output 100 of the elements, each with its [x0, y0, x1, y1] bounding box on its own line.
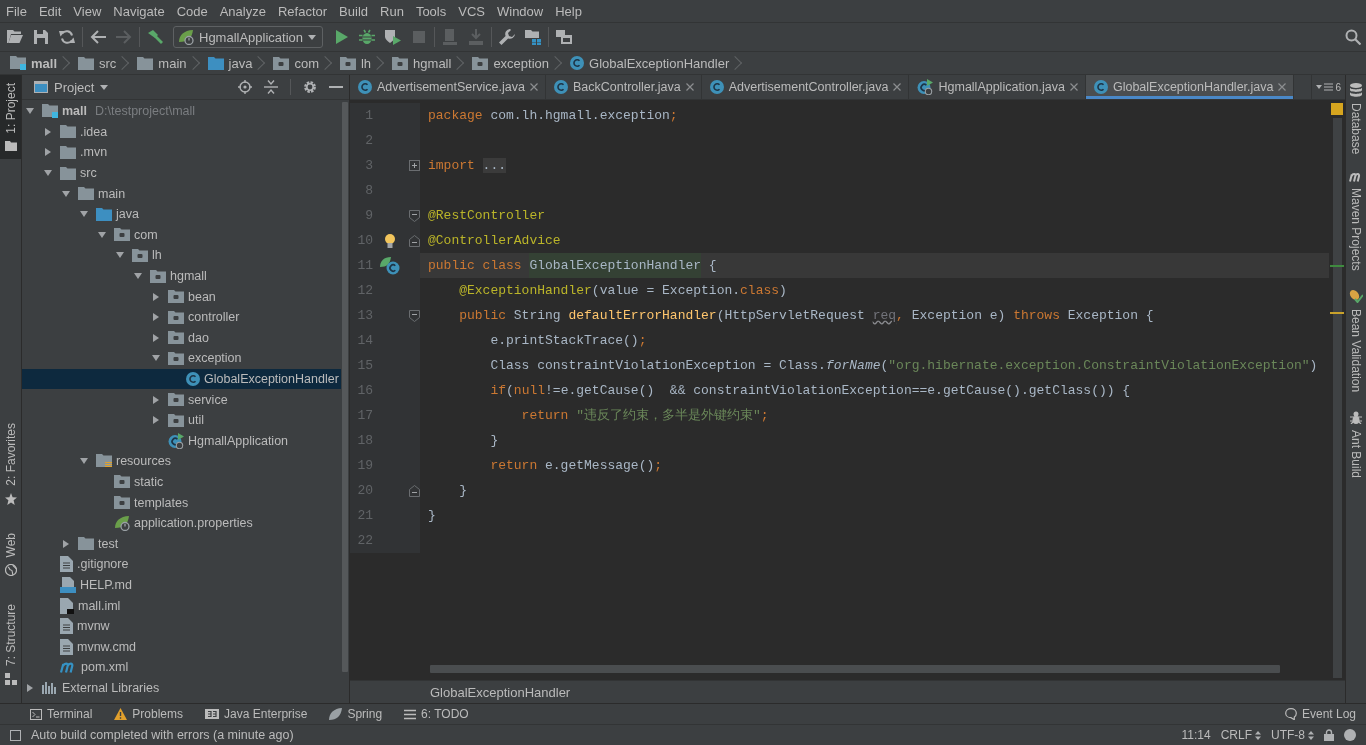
- collapse-all-icon[interactable]: [264, 80, 278, 94]
- tree-item[interactable]: pom.xml: [22, 657, 341, 678]
- fold-expand-icon[interactable]: [409, 160, 420, 171]
- tab-list-button[interactable]: 6: [1311, 75, 1345, 99]
- breadcrumb-item[interactable]: main: [133, 52, 204, 74]
- lock-icon[interactable]: [1324, 729, 1334, 741]
- tree-item[interactable]: .gitignore: [22, 554, 341, 575]
- breadcrumb-item[interactable]: hgmall: [388, 52, 469, 74]
- close-icon[interactable]: [1069, 83, 1078, 91]
- tool-window-button[interactable]: Java Enterprise: [205, 707, 308, 721]
- square-icon[interactable]: [10, 729, 21, 741]
- close-icon[interactable]: [1278, 83, 1287, 91]
- editor-tab[interactable]: AdvertisementController.java: [701, 75, 910, 99]
- minimize-icon[interactable]: [329, 85, 343, 89]
- editor-tab[interactable]: GlobalExceptionHandler.java: [1085, 75, 1295, 99]
- tree-item[interactable]: bean: [22, 286, 341, 307]
- tree-item[interactable]: HgmallApplication: [22, 430, 341, 452]
- menu-item[interactable]: View: [67, 0, 108, 22]
- tool-window-button[interactable]: Problems: [114, 707, 184, 721]
- change-marker-icon[interactable]: [1330, 265, 1344, 267]
- tool-window-button[interactable]: 6: TODO: [404, 707, 469, 721]
- shield-play-icon[interactable]: [385, 29, 402, 45]
- breadcrumb-item[interactable]: exception: [468, 52, 567, 74]
- tool-window-button[interactable]: Terminal: [30, 707, 93, 721]
- leaf-class-icon[interactable]: [380, 256, 400, 275]
- tree-item[interactable]: com: [22, 224, 341, 246]
- hammer-icon[interactable]: [147, 29, 163, 45]
- tree-item[interactable]: mall D:\testproject\mall: [22, 101, 341, 122]
- tree-item[interactable]: GlobalExceptionHandler: [22, 368, 341, 390]
- caret-right-icon[interactable]: [62, 539, 70, 548]
- tree-item[interactable]: application.properties: [22, 512, 341, 534]
- caret-down-icon[interactable]: [80, 457, 88, 466]
- tree-item[interactable]: service: [22, 389, 341, 410]
- menu-item[interactable]: Refactor: [271, 0, 334, 22]
- close-icon[interactable]: [893, 83, 902, 91]
- editor-tab[interactable]: AdvertisementService.java: [350, 75, 546, 99]
- tree-item[interactable]: util: [22, 409, 341, 431]
- menu-item[interactable]: Edit: [32, 0, 68, 22]
- fold-collapse-icon[interactable]: [409, 484, 420, 497]
- tree-item[interactable]: mvnw.cmd: [22, 636, 341, 658]
- tree-item[interactable]: src: [22, 162, 341, 184]
- tool-window-button[interactable]: 2: Favorites: [0, 414, 21, 513]
- menu-item[interactable]: File: [0, 0, 33, 22]
- warning-marker-icon[interactable]: [1330, 312, 1344, 314]
- caret-right-icon[interactable]: [152, 416, 160, 425]
- tree-item[interactable]: .idea: [22, 121, 341, 143]
- vertical-scrollbar[interactable]: [1333, 118, 1342, 678]
- menu-item[interactable]: VCS: [452, 0, 491, 22]
- caret-down-icon[interactable]: [98, 230, 106, 239]
- arrow-left-icon[interactable]: [90, 29, 106, 45]
- bug-icon[interactable]: [359, 29, 376, 45]
- caret-right-icon[interactable]: [26, 683, 34, 692]
- tool-window-button[interactable]: Maven Projects: [1346, 172, 1366, 272]
- search-icon[interactable]: [1345, 29, 1361, 45]
- breadcrumb-item[interactable]: mall: [6, 52, 74, 74]
- circle-icon[interactable]: [1344, 729, 1356, 741]
- tree-item[interactable]: java: [22, 203, 341, 225]
- tool-window-button[interactable]: Bean Validation: [1346, 289, 1366, 393]
- tree-item[interactable]: dao: [22, 327, 341, 349]
- menu-item[interactable]: Analyze: [213, 0, 272, 22]
- breadcrumb-item[interactable]: lh: [335, 52, 389, 74]
- caret-right-icon[interactable]: [152, 395, 160, 404]
- tree-item[interactable]: exception: [22, 348, 341, 369]
- crosshair-icon[interactable]: [238, 80, 252, 94]
- settings-icon[interactable]: [303, 80, 317, 94]
- folder-grid-icon[interactable]: [525, 29, 542, 45]
- save-icon[interactable]: [33, 29, 49, 45]
- fold-collapse-icon[interactable]: [409, 309, 420, 322]
- breadcrumb-item[interactable]: GlobalExceptionHandler: [430, 684, 571, 700]
- breadcrumb-item[interactable]: src: [74, 52, 134, 74]
- tool-window-button[interactable]: 7: Structure: [0, 595, 21, 693]
- fold-collapse-icon[interactable]: [409, 209, 420, 222]
- tree-item[interactable]: lh: [22, 245, 341, 266]
- tree-item[interactable]: .mvn: [22, 142, 341, 163]
- tree-item[interactable]: static: [22, 471, 341, 493]
- caret-right-icon[interactable]: [152, 292, 160, 301]
- wrench-icon[interactable]: [499, 29, 516, 45]
- caret-right-icon[interactable]: [44, 127, 52, 136]
- caret-right-icon[interactable]: [152, 333, 160, 342]
- breadcrumb-item[interactable]: GlobalExceptionHandler: [566, 52, 747, 74]
- menu-item[interactable]: Navigate: [107, 0, 171, 22]
- tree-item[interactable]: test: [22, 533, 341, 555]
- close-icon[interactable]: [685, 83, 694, 91]
- caret-right-icon[interactable]: [152, 313, 160, 322]
- caret-down-icon[interactable]: [62, 189, 70, 198]
- caret-down-icon[interactable]: [134, 272, 142, 281]
- folder-open-icon[interactable]: [7, 29, 23, 45]
- breadcrumb-item[interactable]: java: [203, 52, 270, 74]
- menu-item[interactable]: Help: [549, 0, 588, 22]
- tree-item[interactable]: hgmall: [22, 265, 341, 287]
- tree-item[interactable]: External Libraries: [22, 677, 341, 699]
- tool-window-button[interactable]: 1: Project: [0, 75, 21, 159]
- caret-right-icon[interactable]: [44, 148, 52, 157]
- menu-item[interactable]: Tools: [409, 0, 453, 22]
- tree-item[interactable]: controller: [22, 306, 341, 328]
- caret-down-icon[interactable]: [80, 210, 88, 219]
- tool-window-button[interactable]: Spring: [329, 707, 383, 721]
- view-selector[interactable]: Project: [34, 79, 109, 95]
- caret-down-icon[interactable]: [152, 354, 160, 363]
- play-icon[interactable]: [333, 29, 350, 45]
